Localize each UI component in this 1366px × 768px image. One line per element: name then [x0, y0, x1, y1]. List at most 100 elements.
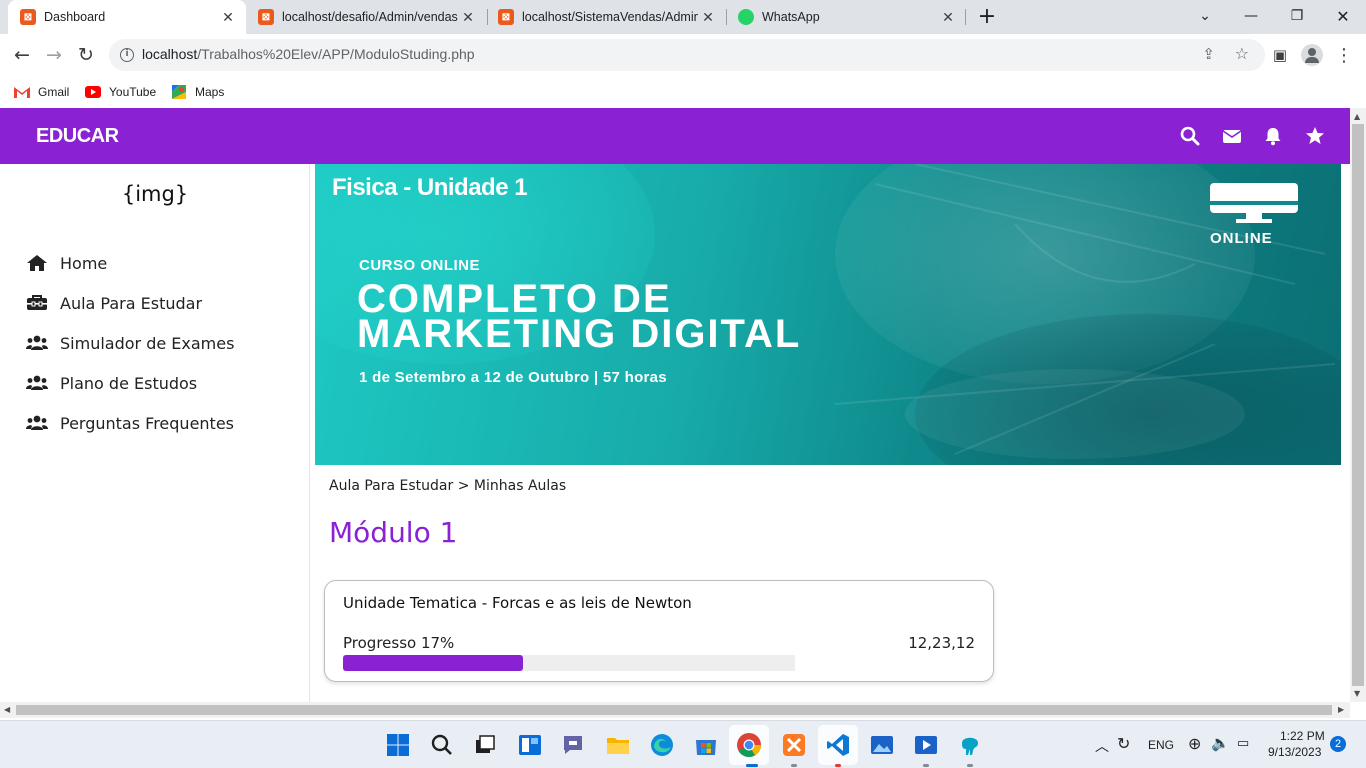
widgets-icon[interactable]: [516, 731, 544, 759]
sidebar-item-plano-de-estudos[interactable]: Plano de Estudos: [26, 369, 197, 397]
sidebar-item-label: Perguntas Frequentes: [60, 413, 234, 433]
unit-title[interactable]: Unidade Tematica - Forcas e as leis de N…: [343, 594, 692, 612]
scroll-right-arrow-icon[interactable]: ▶: [1338, 705, 1344, 714]
network-icon[interactable]: ⊕: [1188, 734, 1201, 754]
bookmark-star-icon[interactable]: ☆: [1235, 44, 1249, 63]
volume-icon[interactable]: 🔈: [1211, 734, 1230, 752]
maps-icon: [172, 85, 186, 99]
bookmarks-bar: Gmail YouTube Maps: [0, 76, 1366, 108]
photos-icon[interactable]: [868, 731, 896, 759]
media-player-icon[interactable]: [912, 731, 940, 759]
tab-sistema-vendas[interactable]: ⊠ localhost/SistemaVendas/Admin/ ✕: [486, 0, 726, 34]
forward-button[interactable]: →: [40, 41, 68, 69]
online-badge-label: ONLINE: [1210, 230, 1273, 247]
clock-date[interactable]: 9/13/2023: [1268, 745, 1321, 759]
close-tab-icon[interactable]: ✕: [698, 9, 718, 26]
site-info-icon[interactable]: i: [120, 48, 134, 62]
module-title: Módulo 1: [329, 516, 458, 549]
vertical-scroll-thumb[interactable]: [1352, 124, 1364, 686]
tab-dashboard[interactable]: ⊠ Dashboard ✕: [8, 0, 246, 34]
browser-toolbar: ← → ↻ i localhost/Trabalhos%20Elev/APP/M…: [0, 34, 1366, 76]
share-icon[interactable]: ⇪: [1202, 45, 1215, 63]
edge-browser-icon[interactable]: [648, 731, 676, 759]
back-button[interactable]: ←: [8, 41, 36, 69]
chrome-icon[interactable]: [735, 731, 763, 759]
banner-subtitle: CURSO ONLINE: [359, 257, 481, 274]
side-panel-icon[interactable]: ▣: [1266, 41, 1294, 69]
teams-chat-icon[interactable]: [559, 731, 587, 759]
tab-title: localhost/SistemaVendas/Admin/: [522, 10, 698, 24]
unit-card[interactable]: Unidade Tematica - Forcas e as leis de N…: [324, 580, 994, 682]
close-tab-icon[interactable]: ✕: [938, 9, 958, 26]
search-icon[interactable]: [428, 731, 456, 759]
vscode-icon[interactable]: [824, 731, 852, 759]
tab-search-chevron-icon[interactable]: ⌄: [1182, 0, 1228, 32]
minimize-button[interactable]: —: [1228, 0, 1274, 32]
windows-taskbar: ︿ ↻ ENG ⊕ 🔈 ▭ 1:22 PM 9/13/2023 2: [0, 720, 1366, 768]
tab-whatsapp[interactable]: WhatsApp ✕: [726, 0, 966, 34]
sidebar: {img} Home Aula Para Estudar Simulador d…: [0, 164, 310, 702]
toolbox-icon: [27, 295, 47, 310]
sidebar-item-label: Aula Para Estudar: [60, 293, 203, 313]
search-icon[interactable]: [1180, 126, 1200, 146]
file-explorer-icon[interactable]: [604, 731, 632, 759]
tray-overflow-chevron-icon[interactable]: ︿: [1095, 736, 1109, 756]
scroll-up-arrow-icon[interactable]: ▲: [1354, 112, 1360, 121]
progress-code: 12,23,12: [908, 634, 975, 652]
microsoft-store-icon[interactable]: [692, 731, 720, 759]
users-icon: [26, 335, 48, 350]
whatsapp-icon: [738, 9, 754, 25]
bell-icon[interactable]: [1263, 126, 1283, 146]
banner-headline-line2: MARKETING DIGITAL: [357, 312, 802, 356]
reload-button[interactable]: ↻: [72, 41, 100, 69]
scroll-left-arrow-icon[interactable]: ◀: [4, 705, 10, 714]
new-tab-button[interactable]: +: [972, 0, 1002, 32]
bookmark-maps[interactable]: Maps: [171, 82, 224, 102]
sidebar-item-label: Home: [60, 253, 108, 273]
bookmark-label: Maps: [195, 85, 225, 99]
envelope-icon[interactable]: [1222, 126, 1242, 146]
sidebar-item-perguntas-frequentes[interactable]: Perguntas Frequentes: [26, 409, 234, 437]
restore-button[interactable]: ❐: [1274, 0, 1320, 32]
close-tab-icon[interactable]: ✕: [458, 9, 478, 26]
battery-icon[interactable]: ▭: [1237, 735, 1249, 751]
clock-time[interactable]: 1:22 PM: [1280, 729, 1325, 743]
home-icon: [27, 255, 47, 271]
language-indicator[interactable]: ENG: [1148, 738, 1174, 752]
menu-kebab-icon[interactable]: ⋮: [1330, 41, 1358, 69]
xampp-icon: ⊠: [258, 9, 274, 25]
breadcrumb[interactable]: Aula Para Estudar > Minhas Aulas: [329, 478, 566, 494]
brand-logo[interactable]: EDUCAR: [36, 125, 119, 148]
tab-desafio-vendas[interactable]: ⊠ localhost/desafio/Admin/vendas ✕: [246, 0, 486, 34]
bookmark-youtube[interactable]: YouTube: [85, 82, 156, 102]
sidebar-logo-placeholder: {img}: [121, 182, 189, 206]
sidebar-item-label: Plano de Estudos: [60, 373, 198, 393]
notification-badge[interactable]: 2: [1330, 736, 1346, 752]
vertical-scrollbar[interactable]: ▲ ▼: [1350, 108, 1366, 702]
bookmark-label: Gmail: [38, 85, 70, 99]
top-navbar: EDUCAR: [0, 108, 1350, 164]
star-icon[interactable]: [1305, 126, 1325, 146]
xampp-icon: ⊠: [498, 9, 514, 25]
xampp-icon[interactable]: [780, 731, 808, 759]
progress-bar: [343, 655, 795, 671]
task-view-icon[interactable]: [471, 731, 499, 759]
sync-icon[interactable]: ↻: [1117, 734, 1130, 754]
progress-bar-fill: [343, 655, 523, 671]
horizontal-scroll-thumb[interactable]: [16, 705, 1332, 715]
close-tab-icon[interactable]: ✕: [218, 9, 238, 26]
scroll-down-arrow-icon[interactable]: ▼: [1354, 689, 1360, 698]
horizontal-scrollbar[interactable]: ◀ ▶: [0, 702, 1350, 718]
mysql-workbench-icon[interactable]: [956, 731, 984, 759]
address-bar[interactable]: i localhost/Trabalhos%20Elev/APP/ModuloS…: [109, 39, 1265, 71]
banner-title: Fisica - Unidade 1: [332, 174, 528, 201]
tab-title: Dashboard: [44, 10, 106, 24]
profile-avatar[interactable]: [1298, 41, 1326, 69]
bookmark-gmail[interactable]: Gmail: [14, 82, 69, 102]
sidebar-item-home[interactable]: Home: [26, 249, 107, 277]
close-window-button[interactable]: ✕: [1320, 0, 1366, 32]
sidebar-item-simulador-de-exames[interactable]: Simulador de Exames: [26, 329, 234, 357]
url-text: localhost/Trabalhos%20Elev/APP/ModuloStu…: [142, 46, 475, 62]
windows-start-icon[interactable]: [384, 731, 412, 759]
sidebar-item-aula-para-estudar[interactable]: Aula Para Estudar: [26, 289, 202, 317]
